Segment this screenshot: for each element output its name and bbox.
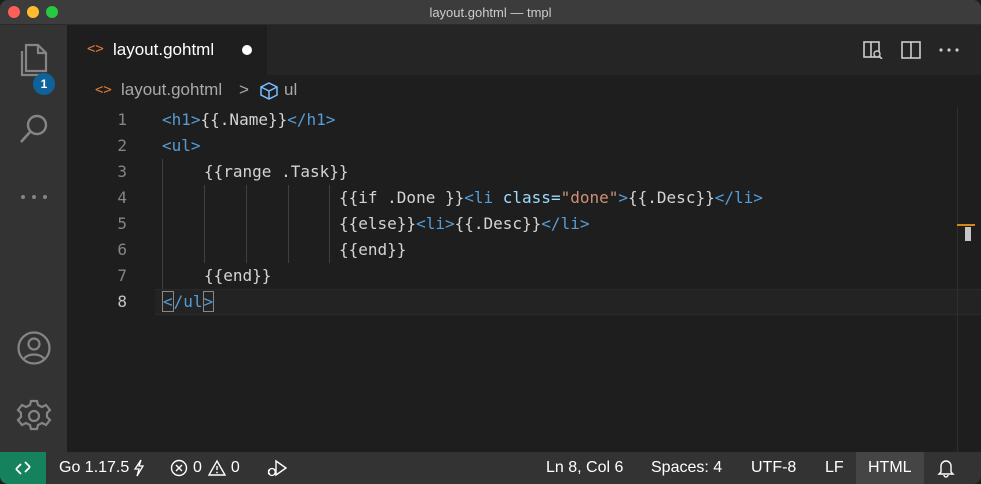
html-tag: >: [618, 188, 629, 207]
html-file-icon: <>: [95, 82, 112, 98]
code-text: <h1>{{.Name}}</h1>: [162, 107, 335, 133]
tab-label: layout.gohtml: [113, 40, 215, 59]
breadcrumb-separator: >: [239, 80, 249, 99]
code-line: 4 {{if .Done }}<li class="done">{{.Desc}…: [67, 185, 981, 211]
line-number: 5: [117, 214, 127, 233]
indentation[interactable]: Spaces: 4: [651, 452, 722, 484]
template-expr: {{else}}: [339, 214, 417, 233]
gear-icon: [16, 399, 51, 431]
overview-ruler[interactable]: [957, 107, 979, 452]
search-icon: [19, 114, 47, 143]
window-title: layout.gohtml — tmpl: [429, 5, 552, 20]
remote-icon: [15, 461, 31, 475]
more-views-button[interactable]: [0, 173, 67, 221]
go-version: Go 1.17.5: [59, 459, 130, 476]
status-bar: Go 1.17.5 0 0 Ln 8, Col 6 Spaces: 4 UTF-…: [0, 452, 981, 484]
matched-bracket: <: [162, 291, 174, 312]
html-attribute: class=: [493, 188, 561, 207]
split-editor-button[interactable]: [899, 39, 923, 61]
more-actions-button[interactable]: [937, 39, 961, 61]
explorer-badge: 1: [33, 73, 55, 95]
open-preview-button[interactable]: [861, 39, 885, 61]
editor-actions: [861, 39, 961, 61]
preview-icon: [863, 41, 883, 59]
html-string: "done": [560, 188, 619, 207]
matched-bracket: >: [202, 291, 215, 312]
template-expr: {{.Desc}}: [628, 188, 715, 207]
manage-button[interactable]: [0, 392, 67, 440]
code-text: {{else}}<li>{{.Desc}}</li>: [339, 211, 589, 237]
split-editor-icon: [901, 41, 921, 59]
line-number: 8: [117, 292, 127, 311]
code-line: 2 <ul>: [67, 133, 981, 159]
template-expr: {{.Name}}: [200, 110, 288, 129]
html-file-icon: <>: [87, 41, 104, 57]
template-expr: {{.Desc}}: [454, 214, 542, 233]
editor-window: layout.gohtml — tmpl 1 <> layout.gohtml …: [0, 0, 981, 484]
warning-icon: [207, 459, 226, 476]
code-text: {{if .Done }}<li class="done">{{.Desc}}<…: [339, 185, 763, 211]
account-icon: [16, 331, 51, 365]
html-tag: /ul: [173, 292, 203, 311]
line-number: 4: [117, 188, 127, 207]
line-number: 1: [117, 110, 127, 129]
title-bar: layout.gohtml — tmpl: [0, 0, 981, 25]
ellipsis-icon: [939, 48, 959, 52]
breadcrumb-symbol[interactable]: ul: [284, 80, 297, 100]
code-line: 3 {{range .Task}}: [67, 159, 981, 185]
code-text: </ul>: [162, 289, 215, 315]
html-tag: </li>: [541, 214, 590, 233]
code-text: {{end}}: [339, 240, 407, 259]
line-number: 2: [117, 136, 127, 155]
go-version-item[interactable]: Go 1.17.5: [59, 452, 145, 484]
activity-bar: 1: [0, 25, 67, 452]
html-tag: <ul>: [162, 136, 201, 155]
bell-icon: [937, 460, 955, 478]
symbol-element-icon: [259, 82, 279, 105]
warning-count: 0: [230, 459, 240, 476]
cursor-position[interactable]: Ln 8, Col 6: [546, 452, 623, 484]
line-number: 3: [117, 162, 127, 181]
lightning-icon: [134, 459, 145, 477]
code-text: {{range .Task}}: [204, 162, 349, 181]
debug-run-item[interactable]: [266, 452, 288, 484]
code-line: 6 {{end}}: [67, 237, 981, 263]
search-button[interactable]: [0, 105, 67, 153]
code-text: <ul>: [162, 133, 201, 159]
problems-item[interactable]: 0 0: [170, 452, 240, 484]
line-number: 6: [117, 240, 127, 259]
code-text: {{end}}: [204, 266, 272, 285]
debug-icon: [267, 459, 288, 477]
error-icon: [170, 459, 188, 477]
ellipsis-icon: [20, 195, 47, 199]
encoding[interactable]: UTF-8: [751, 452, 796, 484]
accounts-button[interactable]: [0, 324, 67, 372]
notifications-button[interactable]: [936, 452, 956, 484]
tab-layout-gohtml[interactable]: <> layout.gohtml: [67, 25, 267, 75]
html-tag: </li>: [714, 188, 763, 207]
code-line: 7 {{end}}: [67, 263, 981, 289]
ruler-marker: [957, 224, 975, 226]
code-line: 5 {{else}}<li>{{.Desc}}</li>: [67, 211, 981, 237]
html-tag: <h1>: [162, 110, 201, 129]
html-tag: <li>: [416, 214, 455, 233]
remote-button[interactable]: [0, 452, 46, 484]
end-of-line[interactable]: LF: [825, 452, 844, 484]
unsaved-dot-icon[interactable]: [242, 45, 252, 55]
code-line: 8 </ul>: [67, 289, 981, 315]
template-expr: {{if .Done }}: [339, 188, 465, 207]
breadcrumb: <> layout.gohtml > ul: [67, 75, 981, 107]
explorer-button[interactable]: 1: [0, 37, 67, 95]
language-mode[interactable]: HTML: [856, 452, 924, 484]
breadcrumb-file[interactable]: layout.gohtml: [121, 80, 222, 100]
html-tag: <li: [464, 188, 494, 207]
code-editor[interactable]: 1 <h1>{{.Name}}</h1> 2 <ul> 3 {{range .T…: [67, 107, 981, 452]
html-tag: </h1>: [287, 110, 336, 129]
tab-strip: <> layout.gohtml: [67, 25, 981, 75]
error-count: 0: [193, 459, 202, 476]
ruler-cursor-marker: [965, 227, 971, 241]
code-line: 1 <h1>{{.Name}}</h1>: [67, 107, 981, 133]
line-number: 7: [117, 266, 127, 285]
